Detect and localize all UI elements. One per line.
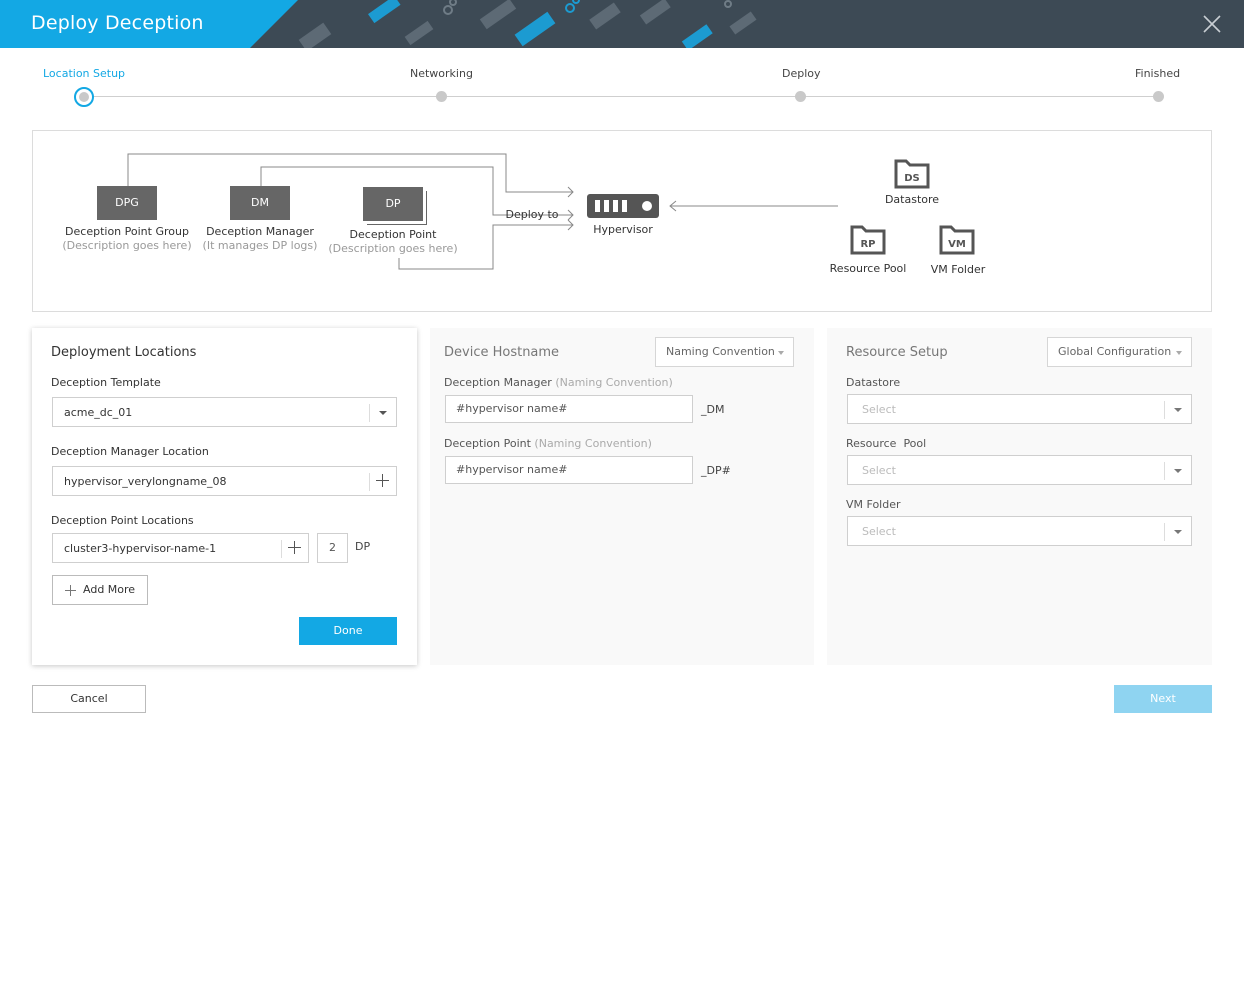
hostname-dp-label: Deception Point (Naming Convention) — [444, 437, 652, 450]
plus-icon — [65, 585, 76, 596]
diagram-connectors: DS RP VM — [127, 153, 975, 270]
select-separator — [369, 404, 370, 422]
select-separator — [1164, 462, 1165, 480]
plus-icon[interactable] — [288, 541, 301, 554]
hostname-dp-label-text: Deception Point — [444, 437, 531, 450]
resource-pool-icon-label: RP — [860, 239, 875, 250]
dm-box: DM — [230, 186, 290, 220]
hostname-dm-suffix: _DM — [701, 403, 725, 416]
dm-name: Deception Manager — [206, 225, 314, 238]
dpg-description: (Description goes here) — [62, 239, 192, 252]
dm-description: (It manages DP logs) — [202, 239, 318, 252]
datastore-placeholder: Select — [862, 403, 896, 416]
chevron-down-icon[interactable] — [379, 411, 387, 415]
steps-progress-line — [84, 96, 1159, 97]
select-separator — [281, 540, 282, 558]
vm-folder-select[interactable]: Select — [847, 516, 1192, 546]
template-label: Deception Template — [51, 376, 161, 389]
caret-down-icon — [1176, 351, 1182, 355]
naming-convention-label: Naming Convention — [666, 345, 775, 358]
add-more-label: Add More — [83, 583, 136, 596]
step-dot-location-setup[interactable] — [74, 87, 94, 107]
deployment-locations-panel: Deployment Locations Deception Template … — [32, 328, 417, 665]
dm-location-select[interactable]: hypervisor_verylongname_08 — [52, 466, 397, 496]
dp-description: (Description goes here) — [328, 242, 458, 255]
device-hostname-title: Device Hostname — [444, 345, 560, 360]
step-networking[interactable]: Networking — [410, 67, 473, 80]
hostname-dm-input[interactable]: #hypervisor name# — [445, 395, 693, 423]
dp-name: Deception Point — [349, 228, 437, 241]
dialog-title: Deploy Deception — [31, 12, 204, 34]
close-icon[interactable] — [1202, 14, 1222, 34]
deployment-locations-title: Deployment Locations — [51, 345, 197, 360]
caret-down-icon — [778, 351, 784, 355]
resource-setup-panel: Resource Setup Global Configuration Data… — [827, 328, 1212, 665]
global-configuration-dropdown[interactable]: Global Configuration — [1047, 337, 1192, 367]
next-button[interactable]: Next — [1114, 685, 1212, 713]
resource-pool-select[interactable]: Select — [847, 455, 1192, 485]
step-dot-networking[interactable] — [436, 91, 447, 102]
global-configuration-label: Global Configuration — [1058, 345, 1172, 358]
chevron-down-icon[interactable] — [1174, 530, 1182, 534]
dp-unit-label: DP — [355, 540, 371, 553]
hostname-dp-hint: (Naming Convention) — [534, 437, 652, 450]
dp-box: DP — [363, 187, 423, 221]
vm-folder-label: VM Folder — [930, 263, 986, 276]
add-more-button[interactable]: Add More — [52, 575, 148, 605]
hostname-dm-label-text: Deception Manager — [444, 376, 552, 389]
device-hostname-panel: Device Hostname Naming Convention Decept… — [430, 328, 814, 665]
plus-icon[interactable] — [376, 474, 389, 487]
hostname-dm-hint: (Naming Convention) — [555, 376, 673, 389]
template-value: acme_dc_01 — [64, 406, 133, 419]
hypervisor-label: Hypervisor — [593, 223, 653, 236]
vm-folder-placeholder: Select — [862, 525, 896, 538]
dp-location-value: cluster3-hypervisor-name-1 — [64, 542, 217, 555]
resource-pool-field-label: Resource Pool — [846, 437, 927, 450]
step-location-setup[interactable]: Location Setup — [43, 67, 125, 80]
dm-location-label: Deception Manager Location — [51, 445, 209, 458]
hypervisor-icon — [587, 194, 659, 218]
header-decoration — [298, 0, 757, 48]
wizard-steps: Location Setup Networking Deploy Finishe… — [0, 60, 1244, 110]
datastore-label: Datastore — [884, 193, 940, 206]
select-separator — [1164, 523, 1165, 541]
resource-setup-title: Resource Setup — [846, 345, 948, 360]
cancel-button[interactable]: Cancel — [32, 685, 146, 713]
header-bar: Deploy Deception — [0, 0, 1244, 48]
template-select[interactable]: acme_dc_01 — [52, 397, 397, 427]
vm-folder-field-label: VM Folder — [846, 498, 901, 511]
dpg-box: DPG — [97, 186, 157, 220]
dp-location-select[interactable]: cluster3-hypervisor-name-1 — [52, 533, 309, 563]
hostname-dp-input[interactable]: #hypervisor name# — [445, 456, 693, 484]
step-deploy[interactable]: Deploy — [782, 67, 821, 80]
step-finished[interactable]: Finished — [1135, 67, 1180, 80]
chevron-down-icon[interactable] — [1174, 408, 1182, 412]
resource-pool-label: Resource Pool — [829, 262, 907, 275]
vm-folder-icon-label: VM — [948, 239, 966, 250]
select-separator — [1164, 401, 1165, 419]
step-dot-finished[interactable] — [1153, 91, 1164, 102]
datastore-icon-label: DS — [904, 173, 920, 184]
datastore-field-label: Datastore — [846, 376, 901, 389]
select-separator — [369, 473, 370, 491]
dp-count-input[interactable]: 2 — [317, 533, 348, 563]
step-dot-deploy[interactable] — [795, 91, 806, 102]
hostname-dp-suffix: _DP# — [701, 464, 731, 477]
datastore-select[interactable]: Select — [847, 394, 1192, 424]
resource-pool-placeholder: Select — [862, 464, 896, 477]
deploy-to-label: Deploy to — [505, 208, 559, 221]
naming-convention-dropdown[interactable]: Naming Convention — [655, 337, 794, 367]
done-button[interactable]: Done — [299, 617, 397, 645]
deployment-diagram: DS RP VM DPG Deception Point Group (Desc… — [32, 130, 1212, 312]
dp-locations-label: Deception Point Locations — [51, 514, 194, 527]
chevron-down-icon[interactable] — [1174, 469, 1182, 473]
dpg-name: Deception Point Group — [65, 225, 189, 238]
dm-location-value: hypervisor_verylongname_08 — [64, 475, 227, 488]
hostname-dm-label: Deception Manager (Naming Convention) — [444, 376, 673, 389]
